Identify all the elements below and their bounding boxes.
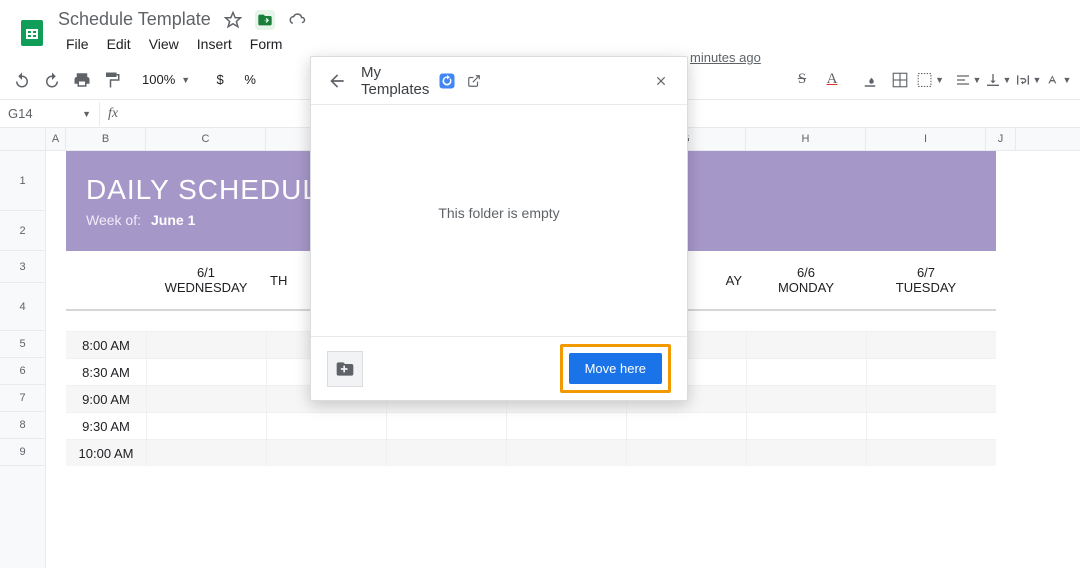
- format-currency-button[interactable]: $: [206, 66, 234, 94]
- menu-edit[interactable]: Edit: [99, 32, 139, 56]
- time-cell: 9:00 AM: [66, 392, 146, 407]
- title-block: Schedule Template File Edit View Insert …: [58, 9, 307, 56]
- fill-color-icon[interactable]: [856, 66, 884, 94]
- col-header-a[interactable]: A: [46, 128, 66, 150]
- chevron-down-icon: ▼: [1033, 75, 1042, 85]
- row-header-7[interactable]: 7: [0, 385, 45, 412]
- chevron-down-icon: ▼: [935, 75, 944, 85]
- refresh-icon[interactable]: [437, 71, 457, 91]
- empty-folder-message: This folder is empty: [438, 205, 559, 221]
- popover-header: My Templates: [311, 57, 687, 105]
- text-wrap-icon[interactable]: ▼: [1014, 66, 1042, 94]
- borders-icon[interactable]: [886, 66, 914, 94]
- row-header-5[interactable]: 5: [0, 331, 45, 358]
- col-header-c[interactable]: C: [146, 128, 266, 150]
- fx-icon: fx: [100, 106, 126, 122]
- time-row[interactable]: 10:00 AM: [66, 439, 996, 466]
- col-header-i[interactable]: I: [866, 128, 986, 150]
- row-header-8[interactable]: 8: [0, 412, 45, 439]
- title-bar: Schedule Template File Edit View Insert …: [0, 0, 1080, 56]
- chevron-down-icon: ▼: [973, 75, 982, 85]
- zoom-dropdown[interactable]: 100% ▼: [136, 72, 196, 87]
- row-header-4[interactable]: 4: [0, 283, 45, 331]
- chevron-down-icon: ▼: [82, 109, 91, 119]
- strikethrough-icon[interactable]: S: [788, 66, 816, 94]
- print-icon[interactable]: [68, 66, 96, 94]
- horizontal-align-icon[interactable]: ▼: [954, 66, 982, 94]
- time-cell: 8:30 AM: [66, 365, 146, 380]
- row-header-3[interactable]: 3: [0, 251, 45, 283]
- time-cell: 8:00 AM: [66, 338, 146, 353]
- redo-icon[interactable]: [38, 66, 66, 94]
- menu-insert[interactable]: Insert: [189, 32, 240, 56]
- chevron-down-icon: ▼: [1063, 75, 1072, 85]
- col-header-j[interactable]: J: [986, 128, 1016, 150]
- last-edit-info[interactable]: minutes ago: [690, 50, 761, 65]
- close-icon[interactable]: [645, 65, 677, 97]
- vertical-align-icon[interactable]: ▼: [984, 66, 1012, 94]
- open-in-new-icon[interactable]: [465, 72, 483, 90]
- text-rotation-icon[interactable]: ▼: [1044, 66, 1072, 94]
- menu-bar: File Edit View Insert Form: [58, 30, 307, 56]
- day-col-mon: 6/6MONDAY: [746, 251, 866, 309]
- row-headers: 1 2 3 4 5 6 7 8 9: [0, 128, 46, 568]
- move-here-button[interactable]: Move here: [569, 353, 662, 384]
- menu-view[interactable]: View: [141, 32, 187, 56]
- back-icon[interactable]: [321, 65, 353, 97]
- merge-cells-icon[interactable]: ▼: [916, 66, 944, 94]
- col-header-b[interactable]: B: [66, 128, 146, 150]
- name-box[interactable]: G14▼: [0, 102, 100, 126]
- popover-footer: Move here: [311, 336, 687, 400]
- time-cell: 10:00 AM: [66, 446, 146, 461]
- chevron-down-icon: ▼: [181, 75, 190, 85]
- star-icon[interactable]: [223, 10, 243, 30]
- time-cell: 9:30 AM: [66, 419, 146, 434]
- undo-icon[interactable]: [8, 66, 36, 94]
- sheets-logo-icon: [16, 17, 48, 49]
- new-folder-button[interactable]: [327, 351, 363, 387]
- zoom-value: 100%: [142, 72, 175, 87]
- row-header-2[interactable]: 2: [0, 211, 45, 251]
- day-col-tue: 6/7TUESDAY: [866, 251, 986, 309]
- doc-title-row: Schedule Template: [58, 9, 307, 30]
- time-row[interactable]: 9:30 AM: [66, 412, 996, 439]
- row-header-1[interactable]: 1: [0, 151, 45, 211]
- format-percent-button[interactable]: %: [236, 66, 264, 94]
- paint-format-icon[interactable]: [98, 66, 126, 94]
- popover-title: My Templates: [361, 64, 429, 98]
- menu-file[interactable]: File: [58, 32, 97, 56]
- move-here-highlight: Move here: [560, 344, 671, 393]
- move-to-folder-icon[interactable]: [255, 10, 275, 30]
- text-color-icon[interactable]: A: [818, 66, 846, 94]
- row-header-9[interactable]: 9: [0, 439, 45, 466]
- day-col-wed: 6/1WEDNESDAY: [146, 251, 266, 309]
- document-title[interactable]: Schedule Template: [58, 9, 211, 30]
- select-all-corner[interactable]: [0, 128, 45, 151]
- move-file-popover: My Templates This folder is empty Move h…: [310, 56, 688, 401]
- col-header-h[interactable]: H: [746, 128, 866, 150]
- cloud-status-icon[interactable]: [287, 10, 307, 30]
- chevron-down-icon: ▼: [1003, 75, 1012, 85]
- menu-format[interactable]: Form: [242, 32, 291, 56]
- popover-body: This folder is empty: [311, 105, 687, 336]
- row-header-6[interactable]: 6: [0, 358, 45, 385]
